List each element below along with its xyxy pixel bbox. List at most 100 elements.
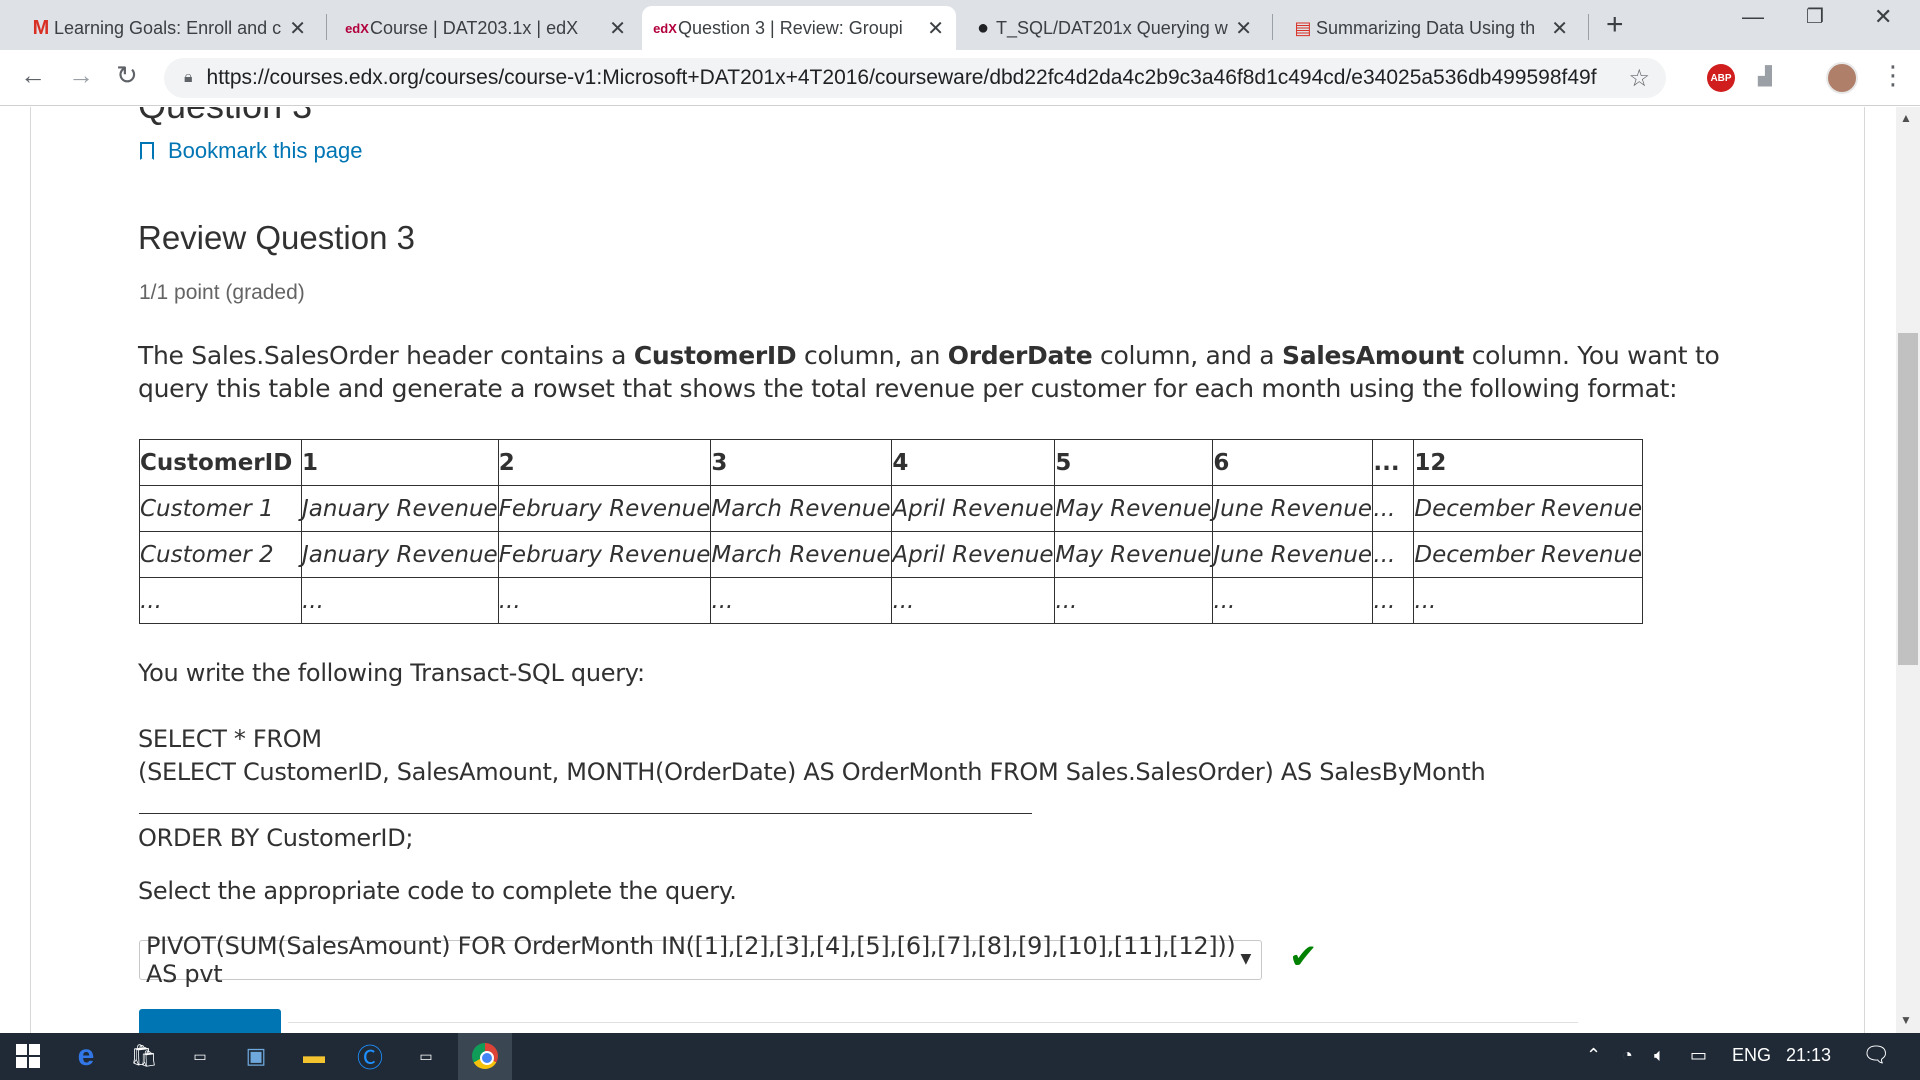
query-intro: You write the following Transact-SQL que… — [138, 659, 645, 687]
table-cell: ... — [497, 577, 712, 624]
table-cell: ... — [1372, 531, 1415, 578]
store-icon[interactable]: 🛍︎ — [128, 1041, 160, 1071]
table-cell: ... — [710, 577, 893, 624]
sql-tool-icon[interactable]: ▭ — [410, 1041, 442, 1071]
reload-icon[interactable]: ↻ — [116, 60, 138, 91]
tab-gmail[interactable]: M Learning Goals: Enroll and c ✕ — [18, 6, 318, 50]
table-cell: ... — [301, 577, 499, 624]
table-cell: December Revenue — [1413, 531, 1644, 578]
divider — [288, 1022, 1578, 1023]
table-cell: ... — [1372, 577, 1415, 624]
app-c-icon[interactable]: Ⓒ — [354, 1041, 386, 1073]
scroll-up-arrow-icon[interactable]: ▲ — [1900, 111, 1912, 125]
slides-icon: ▤ — [1294, 17, 1312, 38]
question-title: Review Question 3 — [138, 219, 415, 256]
adblock-plus-icon[interactable]: ABP — [1707, 64, 1735, 92]
volume-icon[interactable]: 🔈︎ — [1654, 1045, 1665, 1066]
close-icon[interactable]: ✕ — [1551, 16, 1568, 41]
table-cell: February Revenue — [497, 485, 712, 532]
close-icon[interactable]: ✕ — [609, 16, 626, 41]
tab-strip: M Learning Goals: Enroll and c ✕ edX Cou… — [0, 0, 1920, 50]
scrollbar-thumb[interactable] — [1898, 333, 1918, 665]
table-header-row: CustomerID 1 2 3 4 5 6 ... 12 — [139, 439, 1644, 486]
tab-title: Question 3 | Review: Groupi — [678, 17, 903, 38]
close-icon[interactable]: ✕ — [289, 16, 306, 41]
battery-icon[interactable]: ▭ — [1690, 1045, 1707, 1066]
edx-icon: edX — [653, 20, 677, 36]
close-icon[interactable]: ✕ — [927, 16, 944, 41]
table-row: Customer 1 January Revenue February Reve… — [139, 485, 1644, 532]
submit-button[interactable] — [139, 1009, 281, 1033]
table-cell: March Revenue — [710, 531, 893, 578]
tab-separator — [326, 14, 327, 40]
query-line: SELECT * FROM — [138, 725, 322, 753]
profile-avatar[interactable] — [1826, 62, 1858, 94]
table-cell: January Revenue — [301, 531, 499, 578]
restore-icon[interactable]: ❐ — [1806, 4, 1824, 29]
chrome-taskbar-button[interactable] — [458, 1033, 512, 1080]
table-cell: March Revenue — [710, 485, 893, 532]
browser-menu-icon[interactable]: ⋮ — [1880, 60, 1906, 91]
table-header-cell: 6 — [1212, 439, 1374, 486]
unit-heading: Question 3 — [138, 107, 312, 127]
notifications-icon[interactable]: 🗨︎ — [1862, 1042, 1890, 1068]
back-arrow-icon[interactable]: ← — [20, 60, 46, 91]
table-cell: May Revenue — [1054, 485, 1214, 532]
dropdown-caret-icon: ▼ — [1240, 951, 1252, 967]
new-tab-button[interactable]: + — [1606, 8, 1624, 42]
page-viewport: Question 3 Bookmark this page Review Que… — [0, 107, 1920, 1033]
table-cell: ... — [1212, 577, 1374, 624]
bookmark-link[interactable]: Bookmark this page — [140, 138, 362, 164]
table-cell: ... — [1372, 485, 1415, 532]
table-header-cell: 4 — [891, 439, 1056, 486]
edge-browser-icon[interactable]: e — [70, 1039, 102, 1072]
bookmark-star-icon[interactable]: ☆ — [1628, 64, 1650, 93]
browser-toolbar: ← → ↻ 🔒︎ https://courses.edx.org/courses… — [0, 50, 1920, 106]
table-cell: ... — [1413, 577, 1644, 624]
tab-title: Summarizing Data Using th — [1316, 17, 1536, 38]
abp-label: ABP — [1710, 72, 1732, 84]
table-cell: ... — [891, 577, 1056, 624]
wifi-icon[interactable]: ◔ — [1622, 1045, 1633, 1066]
terminal-icon[interactable]: ▭ — [184, 1041, 216, 1071]
tab-question-3[interactable]: edX Question 3 | Review: Groupi ✕ — [642, 6, 956, 50]
window-close-icon[interactable]: ✕ — [1874, 4, 1892, 30]
table-header-cell: CustomerID — [139, 439, 302, 486]
language-indicator[interactable]: ENG — [1732, 1045, 1771, 1066]
tab-title: Course | DAT203.1x | edX — [370, 17, 579, 38]
address-bar[interactable]: 🔒︎ https://courses.edx.org/courses/cours… — [164, 58, 1666, 98]
gmail-icon: M — [32, 16, 50, 39]
table-cell: April Revenue — [891, 485, 1056, 532]
format-table: CustomerID 1 2 3 4 5 6 ... 12 Customer 1… — [139, 439, 1644, 624]
table-row: ... ... ... ... ... ... ... ... ... — [139, 577, 1644, 624]
forward-arrow-icon[interactable]: → — [68, 60, 94, 91]
table-cell: ... — [1054, 577, 1214, 624]
table-cell: ... — [139, 577, 302, 624]
tab-edx-course[interactable]: edX Course | DAT203.1x | edX ✕ — [334, 6, 638, 50]
instruction-text: Select the appropriate code to complete … — [138, 877, 737, 905]
table-header-cell: ... — [1372, 439, 1415, 486]
minimize-icon[interactable]: — — [1742, 4, 1764, 30]
tray-expand-icon[interactable]: ⌃ — [1586, 1045, 1601, 1066]
url-text[interactable]: https://courses.edx.org/courses/course-v… — [207, 66, 1597, 90]
tab-title: Learning Goals: Enroll and c — [54, 17, 282, 38]
table-cell: June Revenue — [1212, 485, 1374, 532]
tab-github[interactable]: ● T_SQL/DAT201x Querying w ✕ — [960, 6, 1264, 50]
table-header-cell: 5 — [1054, 439, 1214, 486]
close-icon[interactable]: ✕ — [1235, 16, 1252, 41]
query-line: ORDER BY CustomerID; — [138, 824, 414, 852]
taskbar: e 🛍︎ ▭ ▣ ▬ Ⓒ ▭ ⌃ ◔ 🔈︎ ▭ ENG 21:13 🗨︎ — [0, 1033, 1920, 1080]
answer-dropdown[interactable]: PIVOT(SUM(SalesAmount) FOR OrderMonth IN… — [139, 932, 1262, 988]
query-line: (SELECT CustomerID, SalesAmount, MONTH(O… — [138, 758, 1486, 786]
github-icon: ● — [976, 16, 990, 39]
clock[interactable]: 21:13 — [1786, 1045, 1831, 1066]
table-header-cell: 12 — [1413, 439, 1644, 486]
remote-desktop-icon[interactable]: ▣ — [240, 1041, 272, 1071]
extension-icon[interactable]: ▟ — [1758, 66, 1772, 87]
file-explorer-icon[interactable]: ▬ — [298, 1041, 330, 1071]
tab-slides[interactable]: ▤ Summarizing Data Using th ✕ — [1280, 6, 1580, 50]
windows-start-icon[interactable] — [12, 1041, 44, 1071]
tab-separator — [1588, 14, 1589, 40]
scroll-down-arrow-icon[interactable]: ▼ — [1900, 1013, 1912, 1027]
question-prompt: The Sales.SalesOrder header contains a C… — [138, 341, 1720, 403]
